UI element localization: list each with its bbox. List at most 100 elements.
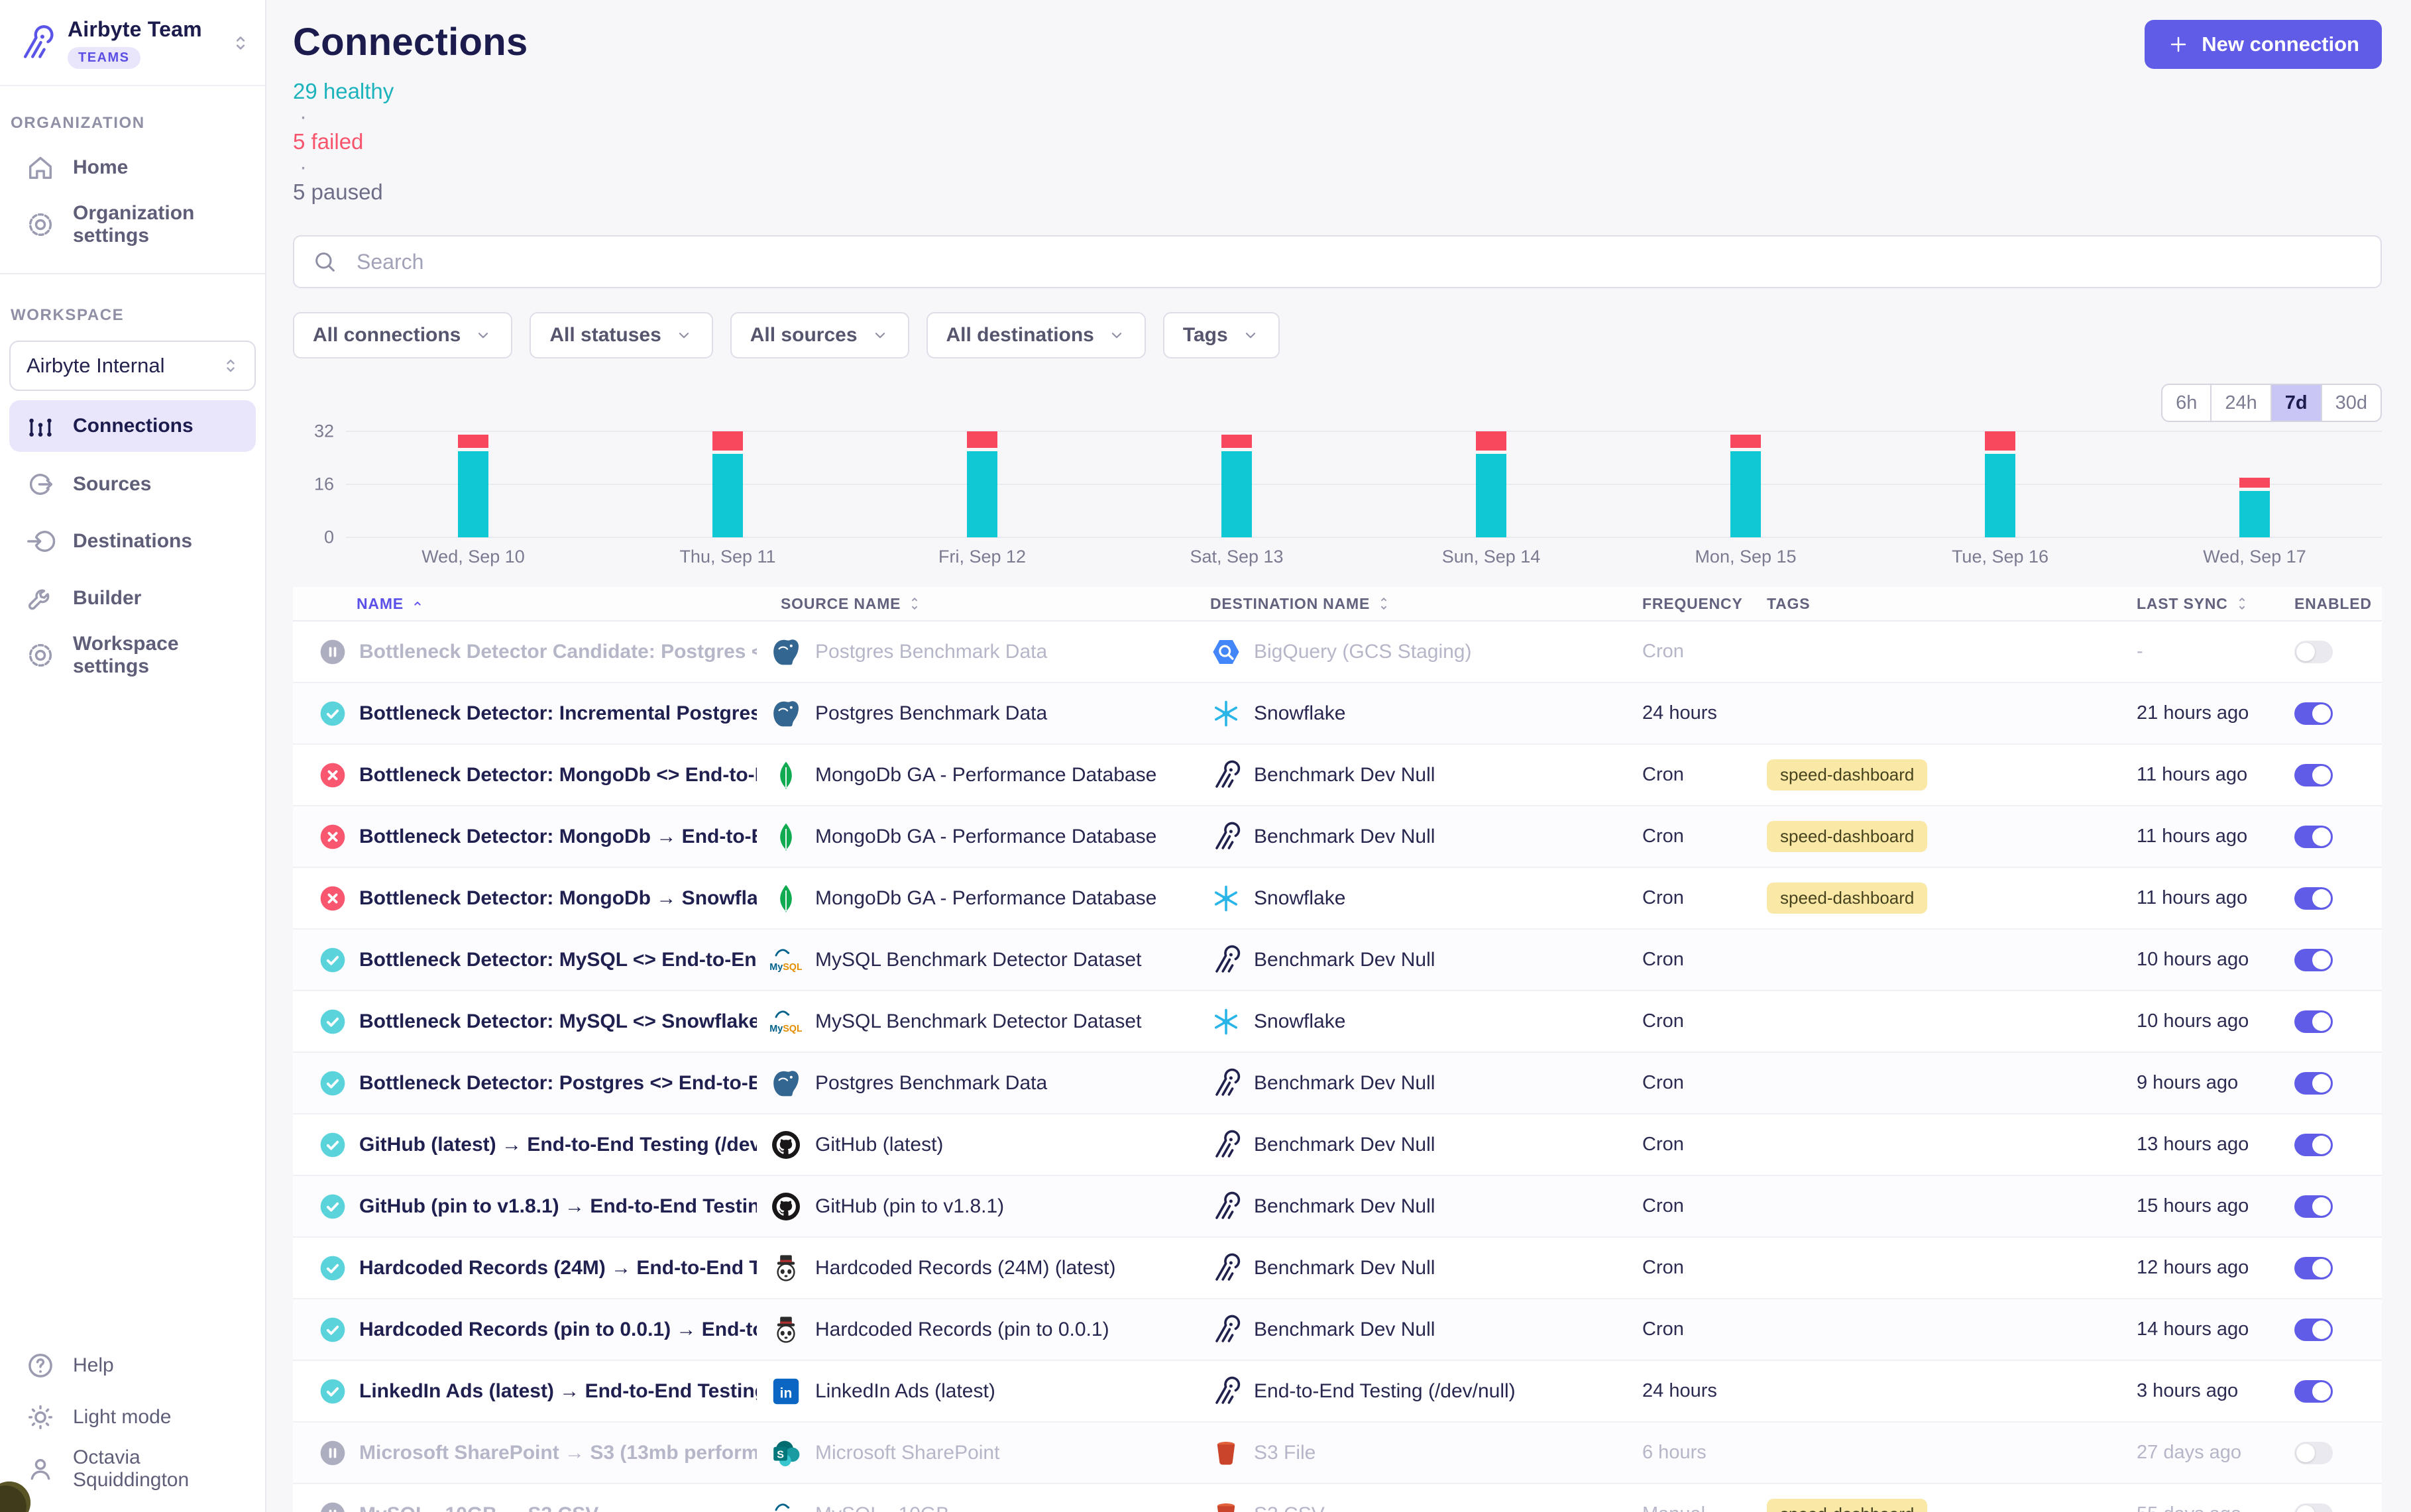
filter-dropdown-all-statuses[interactable]: All statuses xyxy=(530,312,712,358)
connection-row[interactable]: Bottleneck Detector: MySQL <> SnowflakeM… xyxy=(293,991,2382,1053)
airbyte-icon xyxy=(1210,1191,1242,1222)
chevron-updown-icon[interactable] xyxy=(229,32,252,54)
enabled-toggle[interactable] xyxy=(2294,1134,2333,1156)
filter-label: All destinations xyxy=(946,324,1094,347)
frequency-value: Cron xyxy=(1630,764,1758,786)
enabled-toggle[interactable] xyxy=(2294,887,2333,910)
source-name: GitHub (pin to v1.8.1) xyxy=(815,1195,1004,1218)
chart-bar-sun-sep-14[interactable] xyxy=(1364,431,1618,537)
toggle-knob xyxy=(2312,766,2331,784)
plus-icon xyxy=(2167,33,2190,56)
new-connection-button[interactable]: New connection xyxy=(2145,20,2382,69)
connection-name: Bottleneck Detector: Postgres <> End-to-… xyxy=(359,1072,757,1095)
sidebar-item-destinations[interactable]: Destinations xyxy=(0,513,265,570)
source-name: GitHub (latest) xyxy=(815,1134,943,1156)
chart-x-label: Mon, Sep 15 xyxy=(1618,547,1873,567)
last-sync-value: 9 hours ago xyxy=(2123,1072,2277,1094)
enabled-toggle[interactable] xyxy=(2294,1380,2333,1403)
enabled-toggle[interactable] xyxy=(2294,1503,2333,1512)
workspace-selector[interactable]: Airbyte Internal xyxy=(9,341,256,391)
svg-text:MySQL: MySQL xyxy=(770,1024,802,1034)
source-name: Hardcoded Records (24M) (latest) xyxy=(815,1257,1116,1279)
sidebar-item-label: Organization settings xyxy=(73,202,254,247)
enabled-toggle[interactable] xyxy=(2294,764,2333,786)
time-range-6h[interactable]: 6h xyxy=(2162,385,2210,421)
connection-row[interactable]: Bottleneck Detector Candidate: Postgres … xyxy=(293,621,2382,683)
connection-row[interactable]: Bottleneck Detector: MongoDb → Snowflake… xyxy=(293,868,2382,930)
filter-dropdown-all-destinations[interactable]: All destinations xyxy=(926,312,1146,358)
connection-row[interactable]: Hardcoded Records (pin to 0.0.1) → End-t… xyxy=(293,1299,2382,1361)
healthy-status-icon xyxy=(319,1008,346,1035)
chart-bar-mon-sep-15[interactable] xyxy=(1618,431,1873,537)
frequency-value: 6 hours xyxy=(1630,1442,1758,1464)
sidebar-item-workspace-settings[interactable]: Workspace settings xyxy=(0,627,265,684)
postgres-icon xyxy=(770,636,802,668)
sidebar-item-label: Home xyxy=(73,156,128,179)
connection-row[interactable]: Bottleneck Detector: MySQL <> End-to-End… xyxy=(293,930,2382,991)
enabled-toggle[interactable] xyxy=(2294,949,2333,971)
enabled-toggle[interactable] xyxy=(2294,1072,2333,1095)
enabled-toggle[interactable] xyxy=(2294,1319,2333,1341)
time-range-30d[interactable]: 30d xyxy=(2321,385,2381,421)
last-sync-value: 13 hours ago xyxy=(2123,1134,2277,1156)
filter-label: All statuses xyxy=(549,324,661,347)
filter-dropdown-all-connections[interactable]: All connections xyxy=(293,312,512,358)
sidebar-item-connections[interactable]: Connections xyxy=(9,400,256,452)
enabled-toggle[interactable] xyxy=(2294,1442,2333,1464)
last-sync-value: 55 days ago xyxy=(2123,1503,2277,1512)
column-header-source-name[interactable]: SOURCE NAME xyxy=(757,595,1200,613)
stat-5-paused: 5 paused xyxy=(293,180,383,204)
sidebar-item-octavia-squiddington[interactable]: Octavia Squiddington xyxy=(0,1443,265,1495)
chevron-down-icon xyxy=(1241,326,1260,345)
filter-dropdown-tags[interactable]: Tags xyxy=(1163,312,1280,358)
frequency-value: Cron xyxy=(1630,1134,1758,1156)
connection-row[interactable]: GitHub (latest) → End-to-End Testing (/d… xyxy=(293,1114,2382,1176)
snowflake-icon xyxy=(1210,698,1242,729)
mysql-icon: MySQL xyxy=(770,1006,802,1038)
time-range-7d[interactable]: 7d xyxy=(2271,385,2321,421)
column-header-name[interactable]: NAME xyxy=(293,595,757,613)
chart-bar-fri-sep-12[interactable] xyxy=(855,431,1109,537)
svg-text:MySQL: MySQL xyxy=(770,962,802,973)
connection-row[interactable]: MySQL - 10GB → S3 CSVMySQLMySQL - 10GBS3… xyxy=(293,1484,2382,1512)
chart-bar-wed-sep-17[interactable] xyxy=(2127,431,2382,537)
column-header-destination-name[interactable]: DESTINATION NAME xyxy=(1200,595,1630,613)
connection-row[interactable]: Bottleneck Detector: Incremental Postgre… xyxy=(293,683,2382,745)
frequency-value: Cron xyxy=(1630,1257,1758,1279)
sidebar-item-help[interactable]: Help xyxy=(0,1340,265,1391)
enabled-toggle[interactable] xyxy=(2294,1195,2333,1218)
enabled-toggle[interactable] xyxy=(2294,1010,2333,1033)
chart-bar-sat-sep-13[interactable] xyxy=(1109,431,1364,537)
connection-row[interactable]: Microsoft SharePoint → S3 (13mb performa… xyxy=(293,1423,2382,1484)
toggle-knob xyxy=(2312,951,2331,969)
org-switcher[interactable]: Airbyte Team TEAMS xyxy=(0,0,265,86)
sidebar-item-light-mode[interactable]: Light mode xyxy=(0,1391,265,1443)
enabled-toggle[interactable] xyxy=(2294,641,2333,663)
connection-name: Bottleneck Detector: MongoDb → End-to-En… xyxy=(359,826,757,848)
sidebar: Airbyte Team TEAMS ORGANIZATION HomeOrga… xyxy=(0,0,266,1512)
connection-row[interactable]: GitHub (pin to v1.8.1) → End-to-End Test… xyxy=(293,1176,2382,1238)
enabled-toggle[interactable] xyxy=(2294,702,2333,725)
tag-speed-dashboard: speed-dashboard xyxy=(1767,821,1927,852)
time-range-24h[interactable]: 24h xyxy=(2210,385,2270,421)
column-header-last-sync[interactable]: LAST SYNC xyxy=(2123,595,2277,613)
connection-row[interactable]: Bottleneck Detector: MongoDb <> End-to-E… xyxy=(293,745,2382,806)
enabled-toggle[interactable] xyxy=(2294,1257,2333,1279)
home-icon xyxy=(25,152,56,183)
connection-row[interactable]: Hardcoded Records (24M) → End-to-End Te.… xyxy=(293,1238,2382,1299)
sidebar-item-organization-settings[interactable]: Organization settings xyxy=(0,196,265,253)
connection-row[interactable]: Bottleneck Detector: MongoDb → End-to-En… xyxy=(293,806,2382,868)
enabled-toggle[interactable] xyxy=(2294,826,2333,848)
chart-bar-wed-sep-10[interactable] xyxy=(346,431,600,537)
connection-row[interactable]: LinkedIn Ads (latest) → End-to-End Testi… xyxy=(293,1361,2382,1423)
search-input[interactable] xyxy=(293,235,2382,288)
connection-row[interactable]: Bottleneck Detector: Postgres <> End-to-… xyxy=(293,1053,2382,1114)
chart-bar-thu-sep-11[interactable] xyxy=(600,431,855,537)
sidebar-item-sources[interactable]: Sources xyxy=(0,456,265,513)
chart-bar-tue-sep-16[interactable] xyxy=(1873,431,2127,537)
sidebar-item-home[interactable]: Home xyxy=(0,139,265,196)
source-name: Postgres Benchmark Data xyxy=(815,702,1047,725)
sidebar-item-builder[interactable]: Builder xyxy=(0,570,265,627)
filter-dropdown-all-sources[interactable]: All sources xyxy=(730,312,909,358)
destination-name: Snowflake xyxy=(1254,1010,1345,1033)
